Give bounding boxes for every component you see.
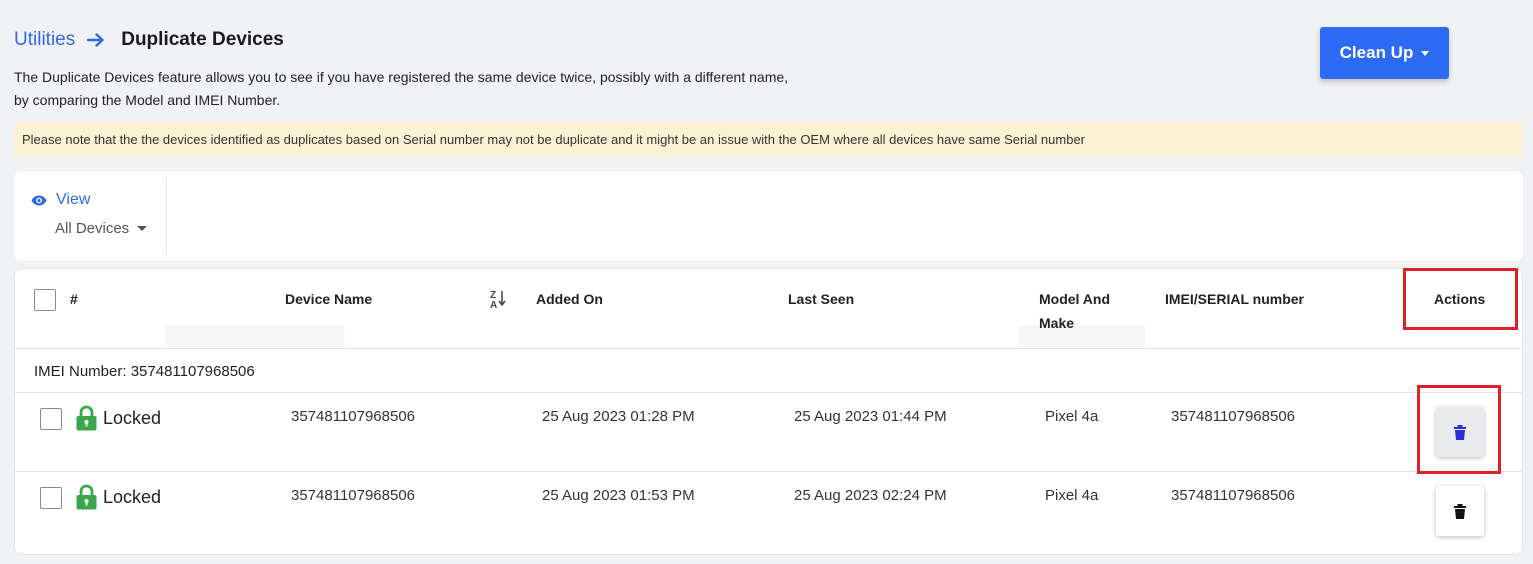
page-title: Duplicate Devices — [121, 29, 284, 50]
sort-za-icon[interactable]: Z A — [487, 289, 507, 309]
clean-up-label: Clean Up — [1339, 43, 1414, 62]
highlight-box-delete-button — [1417, 385, 1501, 474]
last-seen-cell: 25 Aug 2023 02:24 PM — [794, 487, 947, 504]
view-select-dropdown[interactable]: All Devices — [55, 220, 148, 237]
divider — [15, 471, 1522, 472]
model-cell: Pixel 4a — [1045, 487, 1099, 504]
chevron-down-icon — [137, 226, 148, 231]
notice-banner: Please note that the the devices identif… — [14, 122, 1523, 157]
page-description: The Duplicate Devices feature allows you… — [14, 66, 874, 112]
last-seen-cell: 25 Aug 2023 01:44 PM — [794, 408, 947, 425]
description-line: by comparing the Model and IMEI Number. — [14, 92, 281, 108]
breadcrumb-utilities-link[interactable]: Utilities — [14, 29, 75, 51]
breadcrumb: Utilities Duplicate Devices — [14, 27, 874, 53]
arrow-right-icon — [87, 33, 105, 47]
highlight-box-actions-header — [1403, 268, 1518, 330]
view-selected-value: All Devices — [55, 220, 130, 237]
select-all-checkbox[interactable] — [34, 289, 56, 311]
device-name-cell[interactable]: 357481107968506 — [291, 408, 415, 425]
device-status: Locked — [76, 405, 161, 431]
device-name-cell[interactable]: 357481107968506 — [291, 487, 415, 504]
row-checkbox[interactable] — [40, 487, 62, 509]
divider — [166, 177, 167, 255]
page-header: Utilities Duplicate Devices The Duplicat… — [14, 27, 874, 112]
divider — [15, 392, 1522, 393]
header-shade — [165, 325, 345, 348]
column-header-device-name[interactable]: Device Name — [285, 287, 372, 311]
column-header-imei[interactable]: IMEI/SERIAL number — [1165, 287, 1304, 311]
description-line: The Duplicate Devices feature allows you… — [14, 69, 789, 85]
column-header-line: Model And — [1039, 291, 1111, 307]
divider — [15, 348, 1522, 349]
added-on-cell: 25 Aug 2023 01:28 PM — [542, 408, 695, 425]
column-header-last-seen[interactable]: Last Seen — [788, 287, 854, 311]
group-label: IMEI Number: — [34, 363, 127, 380]
status-label: Locked — [103, 407, 162, 428]
imei-cell: 357481107968506 — [1171, 487, 1296, 504]
column-header-model-make[interactable]: Model And Make — [1039, 287, 1110, 335]
notice-text: Please note that the the devices identif… — [22, 132, 1085, 147]
chevron-down-icon — [1421, 50, 1430, 56]
lock-icon — [76, 484, 97, 510]
device-status: Locked — [76, 484, 161, 510]
lock-icon — [76, 405, 97, 431]
view-filter-panel: View All Devices — [14, 171, 1523, 261]
view-toggle[interactable]: View — [31, 191, 90, 209]
column-header-line: Make — [1039, 315, 1075, 331]
svg-text:A: A — [490, 300, 497, 309]
status-label: Locked — [103, 486, 162, 507]
column-header-number: # — [70, 291, 78, 307]
added-on-cell: 25 Aug 2023 01:53 PM — [542, 487, 695, 504]
row-checkbox[interactable] — [40, 408, 62, 430]
imei-cell: 357481107968506 — [1171, 408, 1296, 425]
column-header-added-on[interactable]: Added On — [536, 287, 603, 311]
group-imei-value: 357481107968506 — [130, 363, 255, 380]
eye-icon — [31, 195, 47, 205]
duplicate-devices-table: # Device Name Z A Added On Last Seen Mod… — [14, 268, 1523, 555]
clean-up-button[interactable]: Clean Up — [1320, 27, 1449, 79]
model-cell: Pixel 4a — [1045, 408, 1099, 425]
view-label: View — [56, 191, 91, 208]
delete-button[interactable] — [1436, 486, 1484, 536]
trash-icon — [1454, 503, 1466, 519]
group-header: IMEI Number: 357481107968506 — [34, 363, 255, 380]
